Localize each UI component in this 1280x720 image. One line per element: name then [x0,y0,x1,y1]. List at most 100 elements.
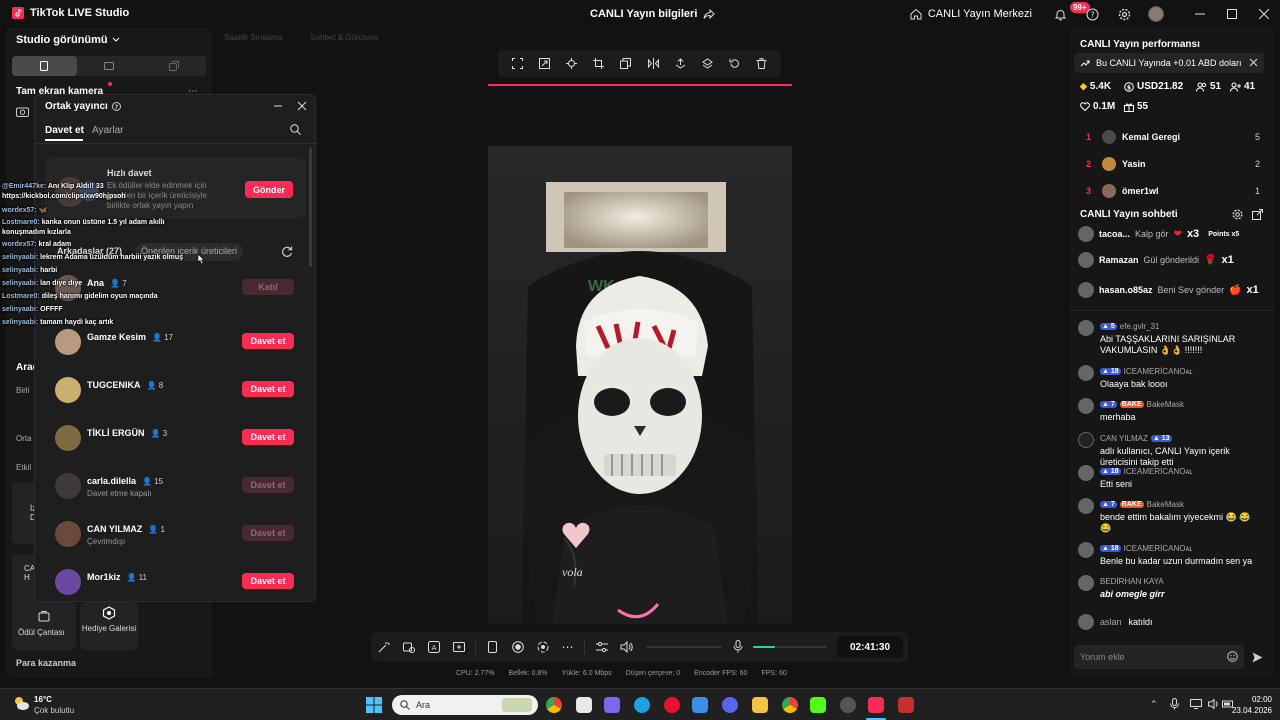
clock-date[interactable]: 23.04.2026 [1226,706,1272,715]
mail-icon[interactable] [692,697,708,713]
opera-icon[interactable] [664,697,680,713]
kick-icon[interactable] [810,697,826,713]
invite-button[interactable]: Davet et [242,525,294,541]
edge-icon[interactable] [634,697,650,713]
live-center-button[interactable]: CANLI Yayın Merkezi [910,8,1032,20]
popout-icon[interactable] [1252,209,1263,220]
select-icon[interactable] [512,58,524,69]
weather-icon[interactable] [12,695,30,711]
send-icon[interactable] [1252,652,1263,663]
tab-settings[interactable]: Ayarlar [92,125,124,136]
level-value: 13 [1161,435,1170,442]
taskbar-search[interactable]: Ara [392,695,538,715]
gift-points: Points x5 [1208,230,1240,238]
gift-user: hasan.o85az [1099,285,1153,295]
ai-icon[interactable]: A [421,641,446,653]
comment-input[interactable]: Yorum ekle [1074,645,1244,669]
source-icon[interactable] [446,641,471,653]
close-icon[interactable] [1249,58,1258,67]
discord-icon[interactable] [722,697,738,713]
tab-invite[interactable]: Davet et [45,125,84,136]
live-center-label: CANLI Yayın Merkezi [927,8,1032,20]
avatar[interactable] [1140,0,1172,28]
overlay-chat-line: Lostmare0: dileş hanımı gidelim oyun maç… [2,293,158,300]
invite-button[interactable]: Davet et [242,333,294,349]
ranking-row[interactable]: 3 ömer1wl 1 [1084,183,1260,201]
earn-money-label[interactable]: Para kazanma [16,658,76,668]
chrome-icon[interactable] [546,697,562,713]
file-explorer-icon[interactable] [576,697,592,713]
magic-icon[interactable] [371,641,396,653]
invite-button[interactable]: Davet et [242,477,294,493]
rank-number: 3 [1086,186,1092,196]
refresh-icon[interactable] [281,245,293,257]
send-button[interactable]: Gönder [245,181,293,198]
mic-volume-slider[interactable] [753,646,827,648]
dual-layout-button[interactable] [141,56,206,76]
monitor-icon[interactable] [1190,699,1202,709]
help-icon[interactable]: ? [1076,0,1108,28]
ranking-row[interactable]: 1 Kemal Geregi 5 [1084,129,1260,147]
folder-icon[interactable] [752,697,768,713]
mixer-icon[interactable] [589,641,614,653]
phone-icon[interactable] [480,641,505,653]
avatar [1078,465,1094,481]
more-icon[interactable]: ⋯ [555,640,580,654]
expand-icon[interactable] [539,58,551,69]
portrait-button[interactable] [12,56,77,76]
studio-view-dropdown[interactable]: Studio görünümü [16,34,120,46]
microphone-icon[interactable] [733,640,743,653]
rotate-icon[interactable] [729,58,740,69]
camera-icon[interactable] [16,106,29,117]
speaker-icon[interactable] [1208,699,1220,709]
invite-button[interactable]: Davet et [242,429,294,445]
clock-time[interactable]: 02:00 [1236,695,1272,704]
avatar [55,329,81,355]
maximize-icon[interactable] [1216,0,1248,28]
chevron-up-icon[interactable]: ⌃ [1150,699,1158,710]
scrollbar[interactable] [309,147,312,267]
layer-icon[interactable] [620,58,632,69]
broadcast-icon[interactable] [530,641,555,653]
gear-icon[interactable] [1232,209,1243,220]
invite-button[interactable]: Davet et [242,573,294,589]
windows-start-icon[interactable] [366,697,382,713]
overlay-chat-user: @Emir447ke: [2,183,47,190]
gear-icon[interactable] [1108,0,1140,28]
gift-gallery-button[interactable]: Hediye Galerisi [80,602,138,650]
center-icon[interactable] [566,58,578,69]
live-info-button[interactable]: CANLI Yayın bilgileri [590,8,716,20]
info-icon[interactable]: ? [111,102,121,111]
minimize-icon[interactable] [1184,0,1216,28]
reward-bag-button[interactable]: Ödül Çantası [12,602,76,650]
move-down-icon[interactable] [701,58,713,69]
emoji-icon[interactable] [1227,651,1238,662]
microphone-icon[interactable] [1170,698,1179,710]
landscape-button[interactable] [77,56,142,76]
chat-message: ▲ 5 efe.gvlr_31 Abi TAŞŞAKLARINI SARIŞINL… [1078,320,1268,355]
youtube-icon[interactable] [898,697,914,713]
trash-icon[interactable] [756,58,767,69]
minimize-icon[interactable] [273,101,283,111]
join-button[interactable]: Katıl [242,279,294,295]
tiktok-live-studio-icon[interactable] [868,697,884,713]
search-icon[interactable] [290,124,301,135]
chrome-icon[interactable] [782,697,798,713]
video-preview[interactable]: WK vola [488,84,792,624]
close-icon[interactable] [297,101,307,111]
chat-text: Olaaya bak loooı [1100,379,1168,389]
bell-icon[interactable] [1044,0,1076,28]
close-icon[interactable] [1248,0,1280,28]
invite-button[interactable]: Davet et [242,381,294,397]
record-icon[interactable] [505,641,530,653]
move-up-icon[interactable] [675,58,686,69]
speaker-icon[interactable] [614,641,639,653]
ranking-row[interactable]: 2 Yasin 2 [1084,156,1260,174]
overlay-chat-text: 🦋 [38,207,48,214]
flip-icon[interactable] [647,58,659,69]
app-icon[interactable] [840,697,856,713]
effects-icon[interactable] [396,641,421,653]
speaker-volume-slider[interactable] [646,646,722,648]
teams-icon[interactable] [604,697,620,713]
crop-icon[interactable] [593,58,605,69]
